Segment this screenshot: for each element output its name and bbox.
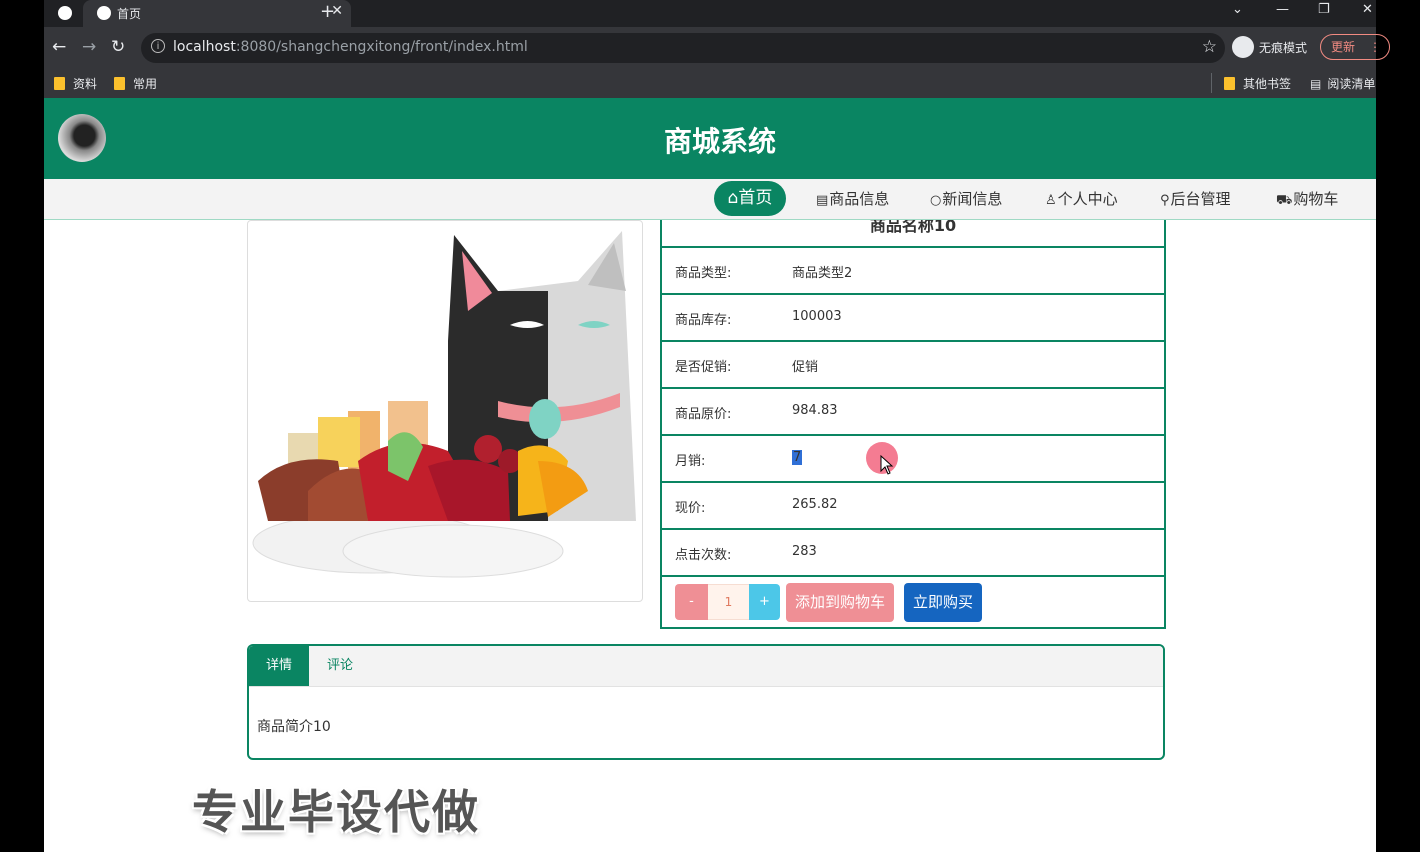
quantity-input[interactable]: 1 [708,584,749,620]
bookmark-folder-ziliao[interactable]: 资料 [54,75,97,92]
folder-icon [1224,77,1235,90]
product-image [247,220,643,602]
info-label: 月销: [675,454,706,469]
info-value-selected: 7 [792,450,803,465]
decrease-quantity-button[interactable]: - [675,584,708,620]
product-list-icon: ▤ [816,193,829,208]
info-row: 商品原价: 984.83 [660,389,1166,436]
tab-detail[interactable]: 详情 [249,646,309,686]
incognito-label: 无痕模式 [1259,41,1308,55]
tabs-header: 详情 评论 [249,646,1163,687]
reload-icon[interactable]: ↻ [111,37,125,57]
info-row: 现价: 265.82 [660,483,1166,530]
menu-dots-icon[interactable]: ⋮ [1369,40,1381,54]
detail-tabs: 详情 评论 商品简介10 [247,644,1165,760]
user-icon: ♙ [1045,193,1057,208]
nav-news-info[interactable]: ○新闻信息 [930,188,1002,209]
product-info-table: 商品名称10 商品类型: 商品类型2 商品库存: 100003 是否促销: 促销 商品… [660,220,1166,629]
info-value: 984.83 [792,403,838,418]
bookmark-star-icon[interactable]: ☆ [1202,37,1217,57]
info-row: 月销: 7 [660,436,1166,483]
increase-quantity-button[interactable]: + [749,584,780,620]
nav-product-info[interactable]: ▤商品信息 [816,188,889,209]
mouse-cursor-icon [880,455,894,475]
product-name: 商品名称10 [869,220,957,235]
info-label: 现价: [675,501,706,516]
main-nav: ⌂首页 ▤商品信息 ○新闻信息 ♙个人中心 ⚲后台管理 ⛟购物车 [44,179,1376,220]
nav-home[interactable]: ⌂首页 [714,181,786,216]
bookmarks-bar: 资料 常用 其他书签 ▤ 阅读清单 [44,69,1376,99]
info-value: 265.82 [792,497,838,512]
info-value: 283 [792,544,817,559]
product-description: 商品简介10 [257,719,331,735]
info-label: 是否促销: [675,360,732,375]
address-bar[interactable]: i localhost:8080/shangchengxitong/front/… [141,33,1225,63]
close-window-icon[interactable]: ✕ [1362,2,1373,17]
tab-search-icon[interactable]: ⌄ [1232,2,1243,17]
restore-icon[interactable]: ❐ [1318,2,1330,17]
back-icon[interactable]: ← [52,37,66,57]
bookmark-separator [1211,73,1212,93]
tab-title: 首页 [117,7,142,21]
update-button[interactable]: 更新 ⋮ [1320,34,1390,60]
globe-icon [97,6,111,20]
other-bookmarks[interactable]: 其他书签 [1224,75,1291,92]
cart-icon: ⛟ [1276,193,1293,208]
info-value: 100003 [792,309,842,324]
home-icon: ⌂ [727,188,739,208]
purchase-actions: - 1 + 添加到购物车 立即购买 [660,577,1166,629]
url-text[interactable]: localhost:8080/shangchengxitong/front/in… [173,39,528,55]
info-row: 商品库存: 100003 [660,295,1166,342]
circle-icon: ○ [930,193,942,208]
info-row: 商品类型: 商品类型2 [660,248,1166,295]
nav-admin[interactable]: ⚲后台管理 [1160,188,1231,209]
product-photo-illustration [252,231,636,578]
globe-icon[interactable] [58,6,72,20]
info-label: 商品类型: [675,266,732,281]
minimize-icon[interactable]: — [1276,2,1289,17]
folder-icon [114,77,125,90]
info-value: 商品类型2 [792,266,853,281]
site-title: 商城系统 [663,125,776,158]
reading-list-icon: ▤ [1310,77,1322,91]
browser-tab-active[interactable]: 首页 ✕ [83,0,351,27]
info-label: 商品原价: [675,407,732,422]
bookmark-folder-changyong[interactable]: 常用 [114,75,157,92]
nav-cart[interactable]: ⛟购物车 [1276,188,1338,210]
product-name-row: 商品名称10 [660,220,1166,248]
site-info-icon[interactable]: i [151,39,165,53]
folder-icon [54,77,65,90]
link-icon: ⚲ [1160,193,1170,208]
incognito-icon [1232,36,1254,58]
nav-personal-center[interactable]: ♙个人中心 [1045,188,1118,209]
add-to-cart-button[interactable]: 添加到购物车 [786,583,894,622]
info-label: 点击次数: [675,548,732,563]
reading-list[interactable]: ▤ 阅读清单 [1310,75,1375,92]
info-row: 是否促销: 促销 [660,342,1166,389]
web-page: 商城系统 ⌂首页 ▤商品信息 ○新闻信息 ♙个人中心 ⚲后台管理 ⛟购物车 商品… [44,98,1376,852]
forward-icon[interactable]: → [82,37,96,57]
browser-toolbar: ← → ↻ i localhost:8080/shangchengxitong/… [44,27,1390,69]
buy-now-button[interactable]: 立即购买 [904,583,982,622]
new-tab-icon[interactable]: + [320,1,335,22]
browser-tab-strip: 首页 ✕ + ⌄ — ❐ ✕ [44,0,1376,27]
tab-comment[interactable]: 评论 [327,646,353,686]
watermark-text: 专业毕设代做 [192,785,480,839]
site-header: 商城系统 [44,98,1376,179]
info-label: 商品库存: [675,313,732,328]
info-value: 促销 [792,360,819,375]
info-row: 点击次数: 283 [660,530,1166,577]
